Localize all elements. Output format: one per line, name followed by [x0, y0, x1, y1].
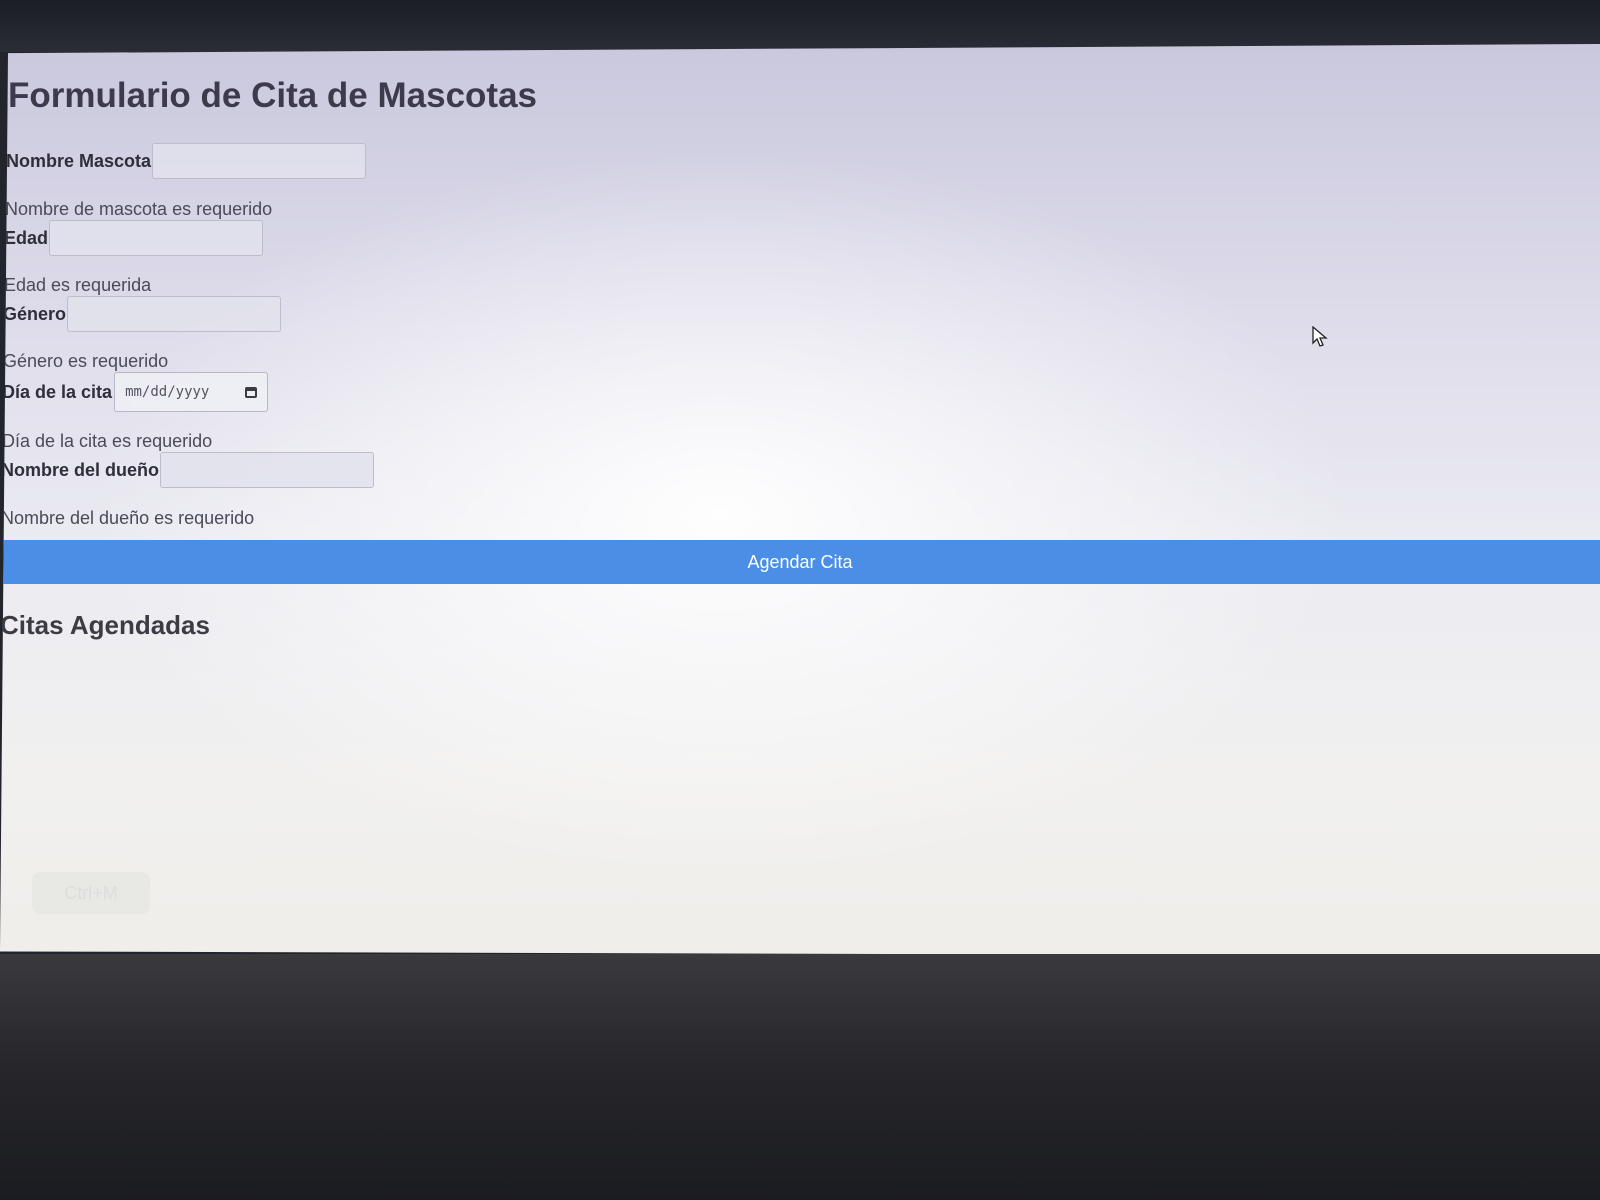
browser-viewport: Formulario de Cita de Mascotas Nombre Ma…	[0, 44, 1600, 956]
gender-input[interactable]	[67, 296, 282, 332]
age-label: Edad	[4, 227, 49, 248]
page-title: Formulario de Cita de Mascotas	[8, 76, 538, 115]
field-row-pet-name: Nombre Mascota	[6, 143, 367, 179]
pet-name-input[interactable]	[152, 143, 367, 179]
appointment-date-input[interactable]: mm/dd/yyyy	[114, 372, 269, 412]
owner-name-label: Nombre del dueño	[1, 459, 160, 480]
monitor-bezel-top	[0, 0, 1600, 52]
appointment-date-error: Día de la cita es requerido	[2, 431, 213, 451]
pet-name-label: Nombre Mascota	[6, 150, 152, 171]
age-error: Edad es requerida	[4, 275, 152, 295]
schedule-appointment-button[interactable]: Agendar Cita	[0, 540, 1600, 584]
field-row-owner-name: Nombre del dueño	[1, 452, 375, 488]
owner-name-error: Nombre del dueño es requerido	[1, 508, 255, 528]
monitor-bezel-bottom	[0, 954, 1600, 1200]
owner-name-input[interactable]	[160, 452, 375, 488]
calendar-icon[interactable]	[245, 386, 258, 398]
scheduled-appointments-title: Citas Agendadas	[0, 610, 210, 640]
shortcut-hint-label: Ctrl+M	[64, 882, 118, 903]
field-row-gender: Género	[3, 296, 282, 332]
shortcut-hint-badge: Ctrl+M	[32, 872, 150, 914]
date-placeholder: mm/dd/yyyy	[125, 384, 210, 400]
field-row-appointment-date: Día de la cita mm/dd/yyyy	[2, 372, 269, 412]
appointment-date-label: Día de la cita	[2, 381, 113, 402]
pet-name-error: Nombre de mascota es requerido	[5, 199, 273, 219]
gender-error: Género es requerido	[3, 351, 169, 371]
mouse-cursor-icon	[1312, 325, 1328, 353]
age-input[interactable]	[49, 220, 264, 256]
field-row-age: Edad	[4, 220, 264, 256]
gender-label: Género	[3, 303, 67, 324]
